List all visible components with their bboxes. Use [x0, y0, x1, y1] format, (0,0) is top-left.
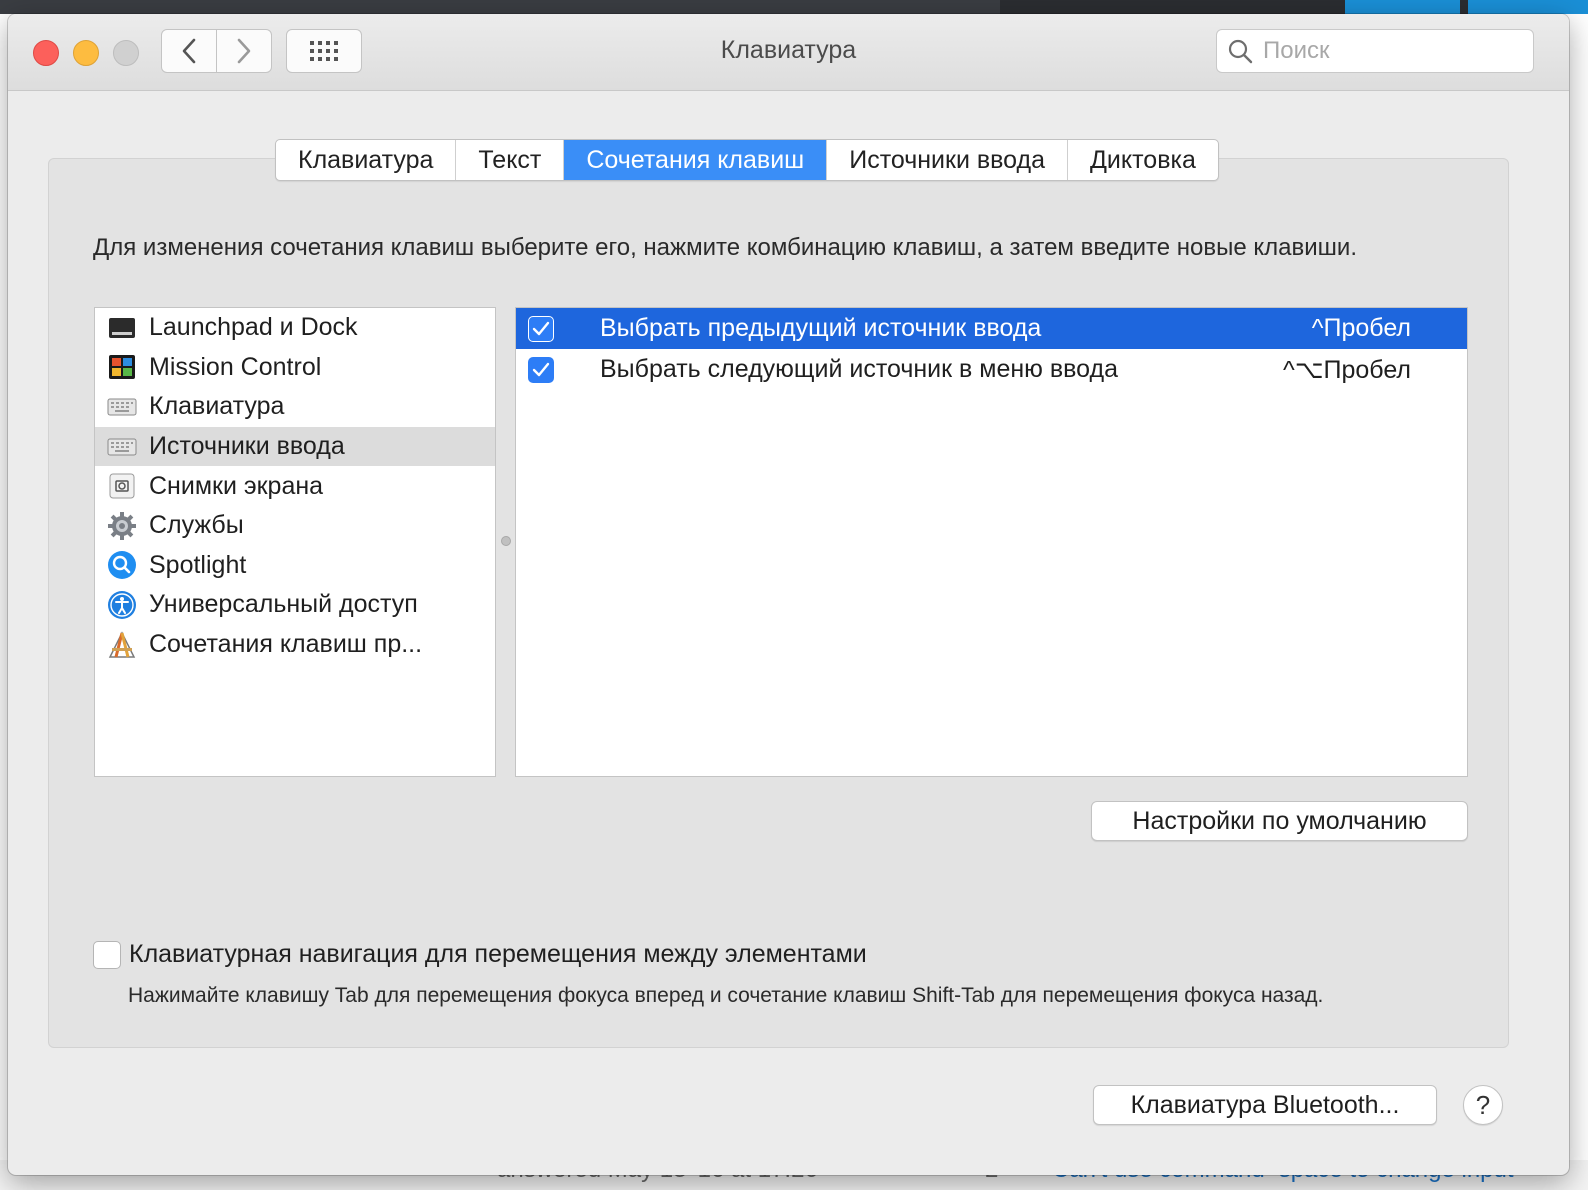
- category-label: Mission Control: [149, 352, 322, 381]
- background-blue-button: [1345, 0, 1460, 14]
- search-field[interactable]: [1216, 29, 1534, 73]
- keyboard-navigation-checkbox[interactable]: [93, 940, 121, 969]
- shortcut-label: Выбрать следующий источник в меню ввода: [600, 355, 1118, 383]
- shortcut-keys[interactable]: ^⌥Пробел: [1283, 355, 1411, 385]
- tab-dictation[interactable]: Диктовка: [1068, 140, 1218, 180]
- keyboard-icon: [107, 392, 137, 422]
- gear-icon: [107, 511, 137, 541]
- checkmark-icon: [532, 362, 550, 376]
- bluetooth-keyboard-button[interactable]: Клавиатура Bluetooth...: [1093, 1085, 1437, 1125]
- category-list: Launchpad и Dock Mission Control Клавиат…: [94, 307, 496, 777]
- restore-defaults-button[interactable]: Настройки по умолчанию: [1091, 801, 1468, 841]
- category-label: Универсальный доступ: [149, 590, 418, 619]
- checkmark-icon: [532, 321, 550, 335]
- category-app-shortcuts[interactable]: Сочетания клавиш пр...: [95, 625, 495, 665]
- app-shortcuts-icon: [107, 630, 137, 660]
- mission-control-icon: [107, 352, 137, 382]
- category-label: Сочетания клавиш пр...: [149, 630, 423, 659]
- tab-input-sources[interactable]: Источники ввода: [827, 140, 1068, 180]
- shortcut-keys[interactable]: ^Пробел: [1312, 314, 1411, 343]
- search-icon: [1227, 38, 1253, 64]
- tab-keyboard[interactable]: Клавиатура: [276, 140, 457, 180]
- category-label: Клавиатура: [149, 392, 285, 421]
- accessibility-icon: [107, 590, 137, 620]
- shortcut-row-previous-source[interactable]: Выбрать предыдущий источник ввода ^Пробе…: [516, 308, 1467, 349]
- help-button[interactable]: ?: [1463, 1085, 1503, 1125]
- category-accessibility[interactable]: Универсальный доступ: [95, 585, 495, 625]
- category-keyboard[interactable]: Клавиатура: [95, 387, 495, 427]
- category-launchpad[interactable]: Launchpad и Dock: [95, 308, 495, 348]
- category-label: Снимки экрана: [149, 471, 324, 500]
- preferences-window: Клавиатура Клавиатура Текст Сочетания кл…: [8, 14, 1569, 1175]
- shortcut-row-next-source[interactable]: Выбрать следующий источник в меню ввода …: [516, 349, 1467, 390]
- category-label: Источники ввода: [149, 432, 345, 461]
- tab-shortcuts[interactable]: Сочетания клавиш: [564, 140, 828, 180]
- category-label: Launchpad и Dock: [149, 313, 358, 342]
- screenshot-icon: [107, 471, 137, 501]
- search-input[interactable]: [1261, 36, 1525, 66]
- shortcut-label: Выбрать предыдущий источник ввода: [600, 314, 1042, 342]
- launchpad-icon: [107, 313, 137, 343]
- shortcut-list: Выбрать предыдущий источник ввода ^Пробе…: [515, 307, 1468, 777]
- shortcut-checkbox[interactable]: [528, 315, 554, 342]
- category-input-sources[interactable]: Источники ввода: [95, 426, 495, 467]
- title-bar: Клавиатура: [8, 14, 1569, 91]
- spotlight-icon: [107, 550, 137, 580]
- category-screenshots[interactable]: Снимки экрана: [95, 466, 495, 506]
- keyboard-navigation-label[interactable]: Клавиатурная навигация для перемещения м…: [129, 940, 867, 969]
- category-mission-control[interactable]: Mission Control: [95, 348, 495, 388]
- keyboard-icon: [107, 432, 137, 462]
- shortcut-checkbox[interactable]: [528, 356, 554, 383]
- category-services[interactable]: Службы: [95, 506, 495, 546]
- instructions-text: Для изменения сочетания клавиш выберите …: [93, 234, 1358, 261]
- keyboard-navigation-option: Клавиатурная навигация для перемещения м…: [93, 940, 867, 969]
- category-label: Spotlight: [149, 550, 247, 579]
- keyboard-navigation-hint: Нажимайте клавишу Tab для перемещения фо…: [128, 984, 1324, 1007]
- tab-text[interactable]: Текст: [456, 140, 565, 180]
- category-spotlight[interactable]: Spotlight: [95, 546, 495, 586]
- category-label: Службы: [149, 511, 244, 540]
- tab-bar: Клавиатура Текст Сочетания клавиш Источн…: [275, 139, 1219, 181]
- split-view-handle[interactable]: [501, 536, 511, 546]
- background-blue-button-2: [1468, 0, 1588, 14]
